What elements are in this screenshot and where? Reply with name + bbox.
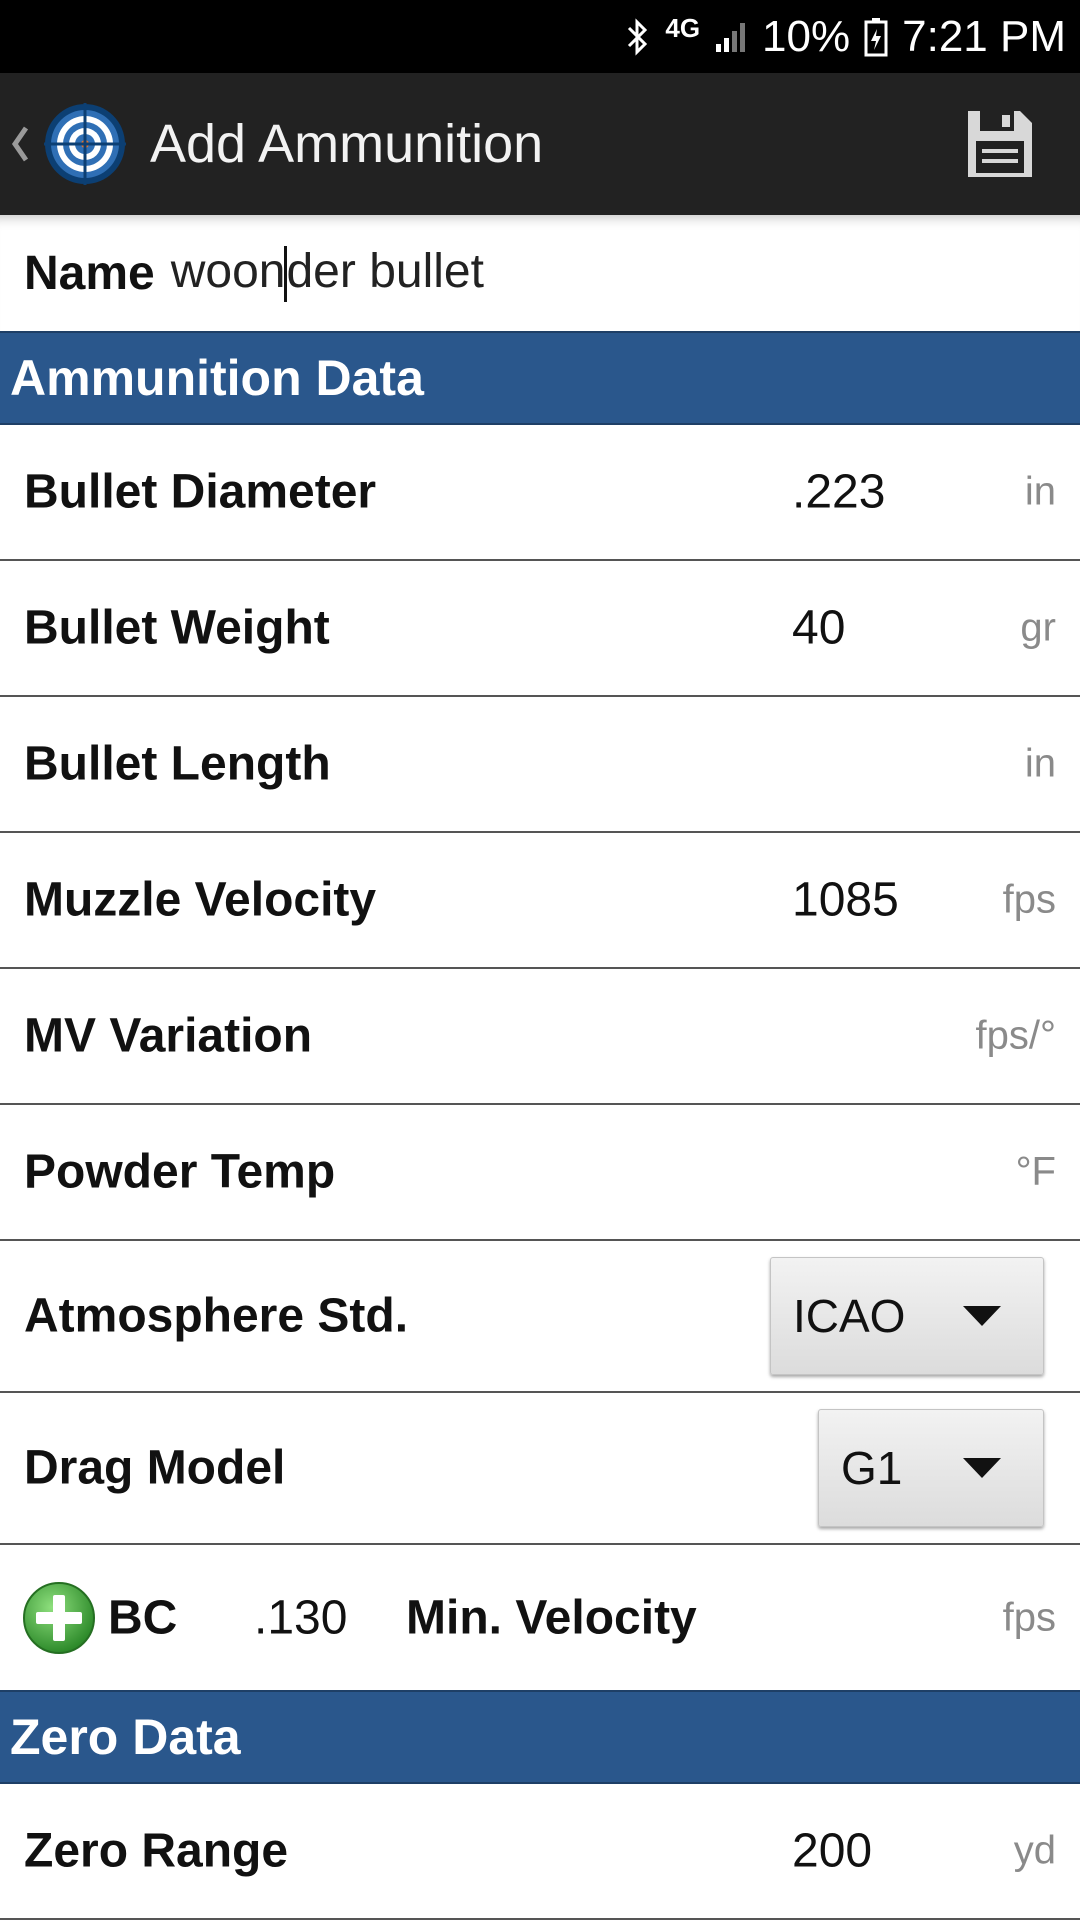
field-unit: in [1024,469,1056,514]
field-unit: fps [1002,877,1056,922]
name-field[interactable]: Name woonder bullet [0,215,1080,331]
field-row-mv-variation[interactable]: MV Variation fps/° [0,969,1080,1105]
dropdown-arrow-icon [963,1306,1001,1326]
field-label: Muzzle Velocity [24,873,377,927]
name-label: Name [24,246,155,300]
network-type-label: 4G [665,13,701,43]
status-time: 7:21 PM [902,11,1066,61]
back-chevron-icon[interactable] [10,124,40,164]
page-title: Add Ammunition [150,114,544,174]
bc-input[interactable]: .130 [254,1590,347,1645]
field-unit: gr [1020,605,1056,650]
section-header-zero-data: Zero Data [0,1690,1080,1784]
min-velocity-unit: fps [1002,1595,1056,1639]
target-logo-icon[interactable] [42,101,128,187]
dropdown-selected-value: ICAO [793,1290,906,1342]
field-unit: fps/° [975,1013,1056,1058]
field-row-bullet-weight[interactable]: Bullet Weight 40 gr [0,561,1080,697]
name-input[interactable]: woonder bullet [170,244,484,303]
field-label: Zero Range [24,1824,289,1878]
dropdown-selected-value: G1 [841,1442,903,1494]
status-bar: 4G 10% 7:21 PM [0,0,1080,73]
field-label: MV Variation [24,1009,313,1063]
bc-row: BC .130 Min. Velocity fps [0,1545,1080,1690]
signal-icon [714,20,748,54]
name-value-start: woon [170,244,286,298]
field-row-bullet-diameter[interactable]: Bullet Diameter .223 in [0,425,1080,561]
field-row-powder-temp[interactable]: Powder Temp °F [0,1105,1080,1241]
save-icon[interactable] [962,107,1036,181]
field-row-zero-range[interactable]: Zero Range 200 yd [0,1784,1080,1920]
atmosphere-dropdown[interactable]: ICAO [770,1257,1044,1375]
bullet-weight-input[interactable]: 40 [792,601,845,656]
network-4g-icon: 4G [665,13,700,44]
add-plus-icon[interactable] [22,1581,96,1655]
field-label: Bullet Diameter [24,465,377,519]
field-unit: in [1024,741,1056,786]
section-header-ammunition-data: Ammunition Data [0,331,1080,425]
battery-charging-icon [864,17,888,57]
field-row-muzzle-velocity[interactable]: Muzzle Velocity 1085 fps [0,833,1080,969]
section-title: Ammunition Data [10,350,424,406]
bullet-diameter-input[interactable]: .223 [792,465,885,520]
bc-label: BC [108,1591,178,1644]
drag-model-dropdown[interactable]: G1 [818,1409,1044,1527]
field-label: Drag Model [24,1441,286,1495]
app-bar: Add Ammunition [0,73,1080,215]
zero-range-input[interactable]: 200 [792,1824,872,1879]
field-label: Bullet Weight [24,601,330,655]
field-row-drag-model: Drag Model G1 [0,1393,1080,1545]
muzzle-velocity-input[interactable]: 1085 [792,873,899,928]
name-value-end: der bullet [286,244,484,298]
field-unit: °F [1015,1149,1056,1194]
min-velocity-label: Min. Velocity [406,1591,697,1644]
field-label: Powder Temp [24,1145,336,1199]
field-row-bullet-length[interactable]: Bullet Length in [0,697,1080,833]
bluetooth-icon [625,17,651,57]
battery-percent: 10% [762,11,851,61]
field-label: Atmosphere Std. [24,1289,409,1343]
field-unit: yd [1013,1828,1056,1873]
dropdown-arrow-icon [963,1458,1001,1478]
field-label: Bullet Length [24,737,331,791]
section-title: Zero Data [10,1709,241,1765]
field-row-atmosphere-std: Atmosphere Std. ICAO [0,1241,1080,1393]
